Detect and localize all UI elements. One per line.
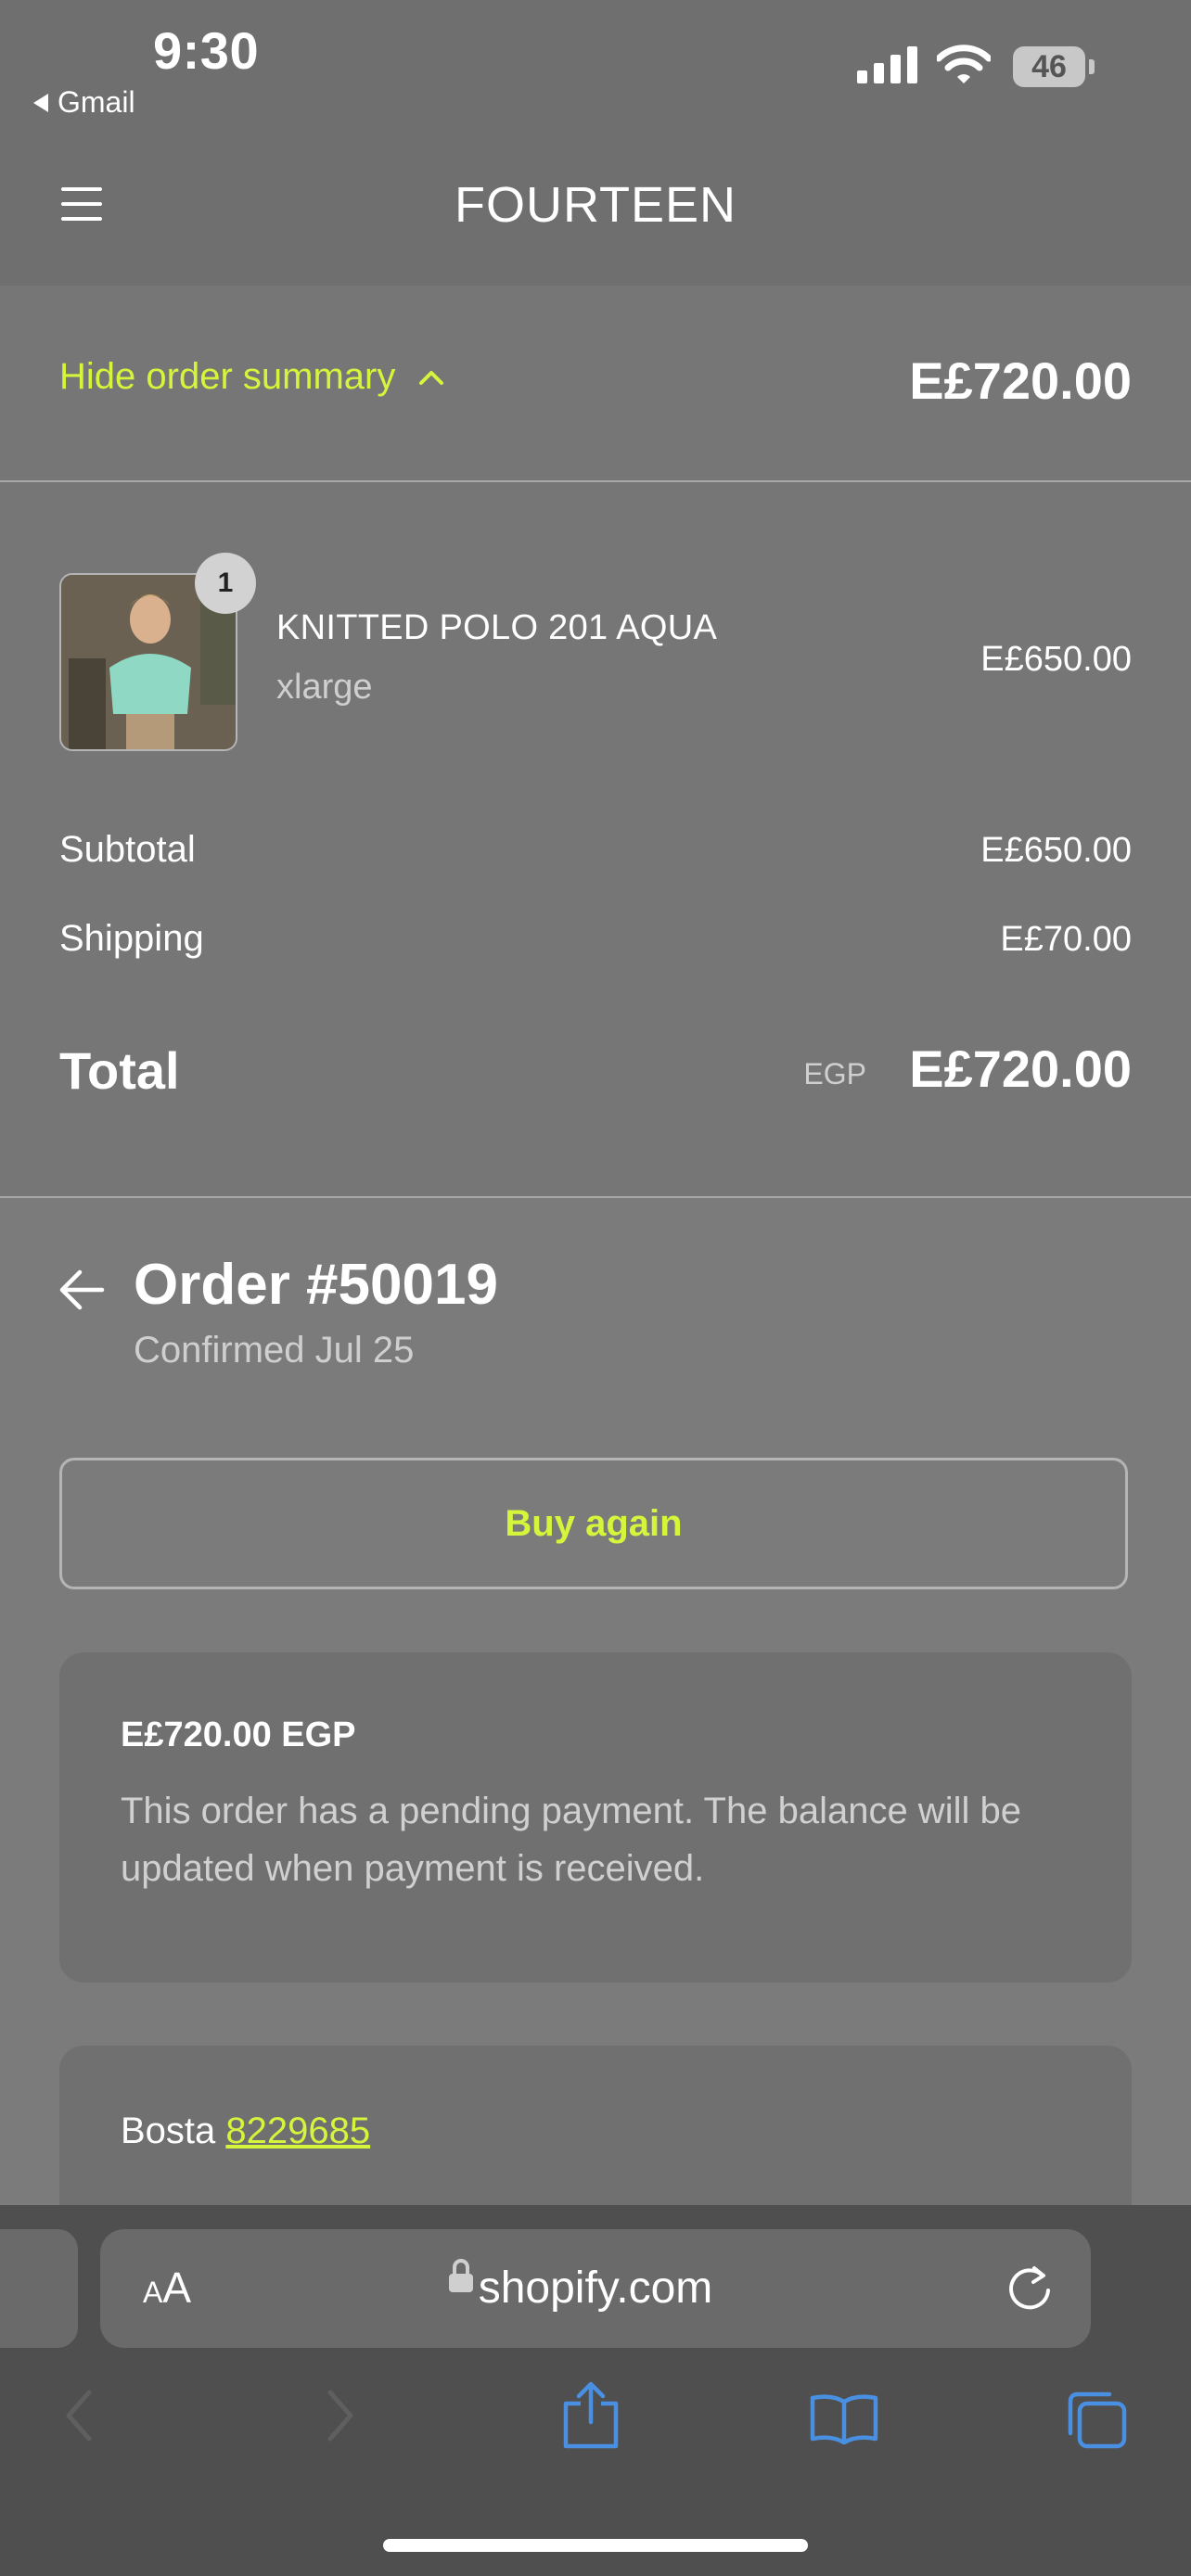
shipment-tracking: Bosta 8229685	[121, 2111, 370, 2152]
back-app-label: Gmail	[58, 85, 135, 119]
forward-nav-icon[interactable]	[321, 2387, 358, 2444]
shipping-label: Shipping	[59, 918, 204, 959]
back-triangle-icon	[33, 93, 48, 112]
battery-icon: 46	[1013, 46, 1085, 87]
tracking-number-link[interactable]: 8229685	[225, 2111, 370, 2151]
store-title: FOURTEEN	[454, 177, 737, 233]
product-name: KNITTED POLO 201 AQUA	[276, 608, 718, 647]
battery-level: 46	[1031, 49, 1067, 84]
order-title: Order #50019	[134, 1253, 498, 1317]
order-confirmed-date: Confirmed Jul 25	[134, 1330, 415, 1371]
shipping-value: E£70.00	[1000, 920, 1132, 959]
product-variant: xlarge	[276, 668, 373, 707]
summary-total-amount: E£720.00	[909, 351, 1132, 410]
hide-order-summary-toggle[interactable]: Hide order summary	[59, 356, 445, 398]
status-time: 9:30	[153, 21, 260, 80]
back-nav-icon[interactable]	[61, 2387, 98, 2444]
back-to-app-link[interactable]: Gmail	[33, 85, 135, 120]
subtotal-value: E£650.00	[980, 831, 1132, 870]
total-label: Total	[59, 1041, 180, 1100]
payment-amount: E£720.00 EGP	[121, 1715, 356, 1754]
buy-again-button[interactable]: Buy again	[59, 1458, 1128, 1589]
currency-code: EGP	[803, 1057, 866, 1090]
tabs-icon[interactable]	[1063, 2389, 1130, 2452]
back-arrow-icon[interactable]	[58, 1267, 108, 1313]
chevron-up-icon	[419, 370, 444, 385]
reload-icon[interactable]	[1005, 2263, 1056, 2315]
carrier-name: Bosta	[121, 2111, 216, 2151]
cellular-signal-icon	[857, 46, 917, 83]
home-indicator	[383, 2539, 808, 2552]
share-icon[interactable]	[560, 2381, 621, 2452]
quantity-badge: 1	[195, 553, 256, 614]
product-price: E£650.00	[980, 640, 1132, 679]
hide-summary-label: Hide order summary	[59, 356, 396, 397]
wifi-icon	[937, 45, 991, 83]
subtotal-label: Subtotal	[59, 829, 196, 870]
divider	[0, 480, 1191, 482]
total-value: E£720.00	[909, 1039, 1132, 1098]
battery-cap	[1089, 59, 1095, 74]
bookmarks-icon[interactable]	[809, 2392, 879, 2446]
payment-pending-message: This order has a pending payment. The ba…	[121, 1791, 1021, 1889]
